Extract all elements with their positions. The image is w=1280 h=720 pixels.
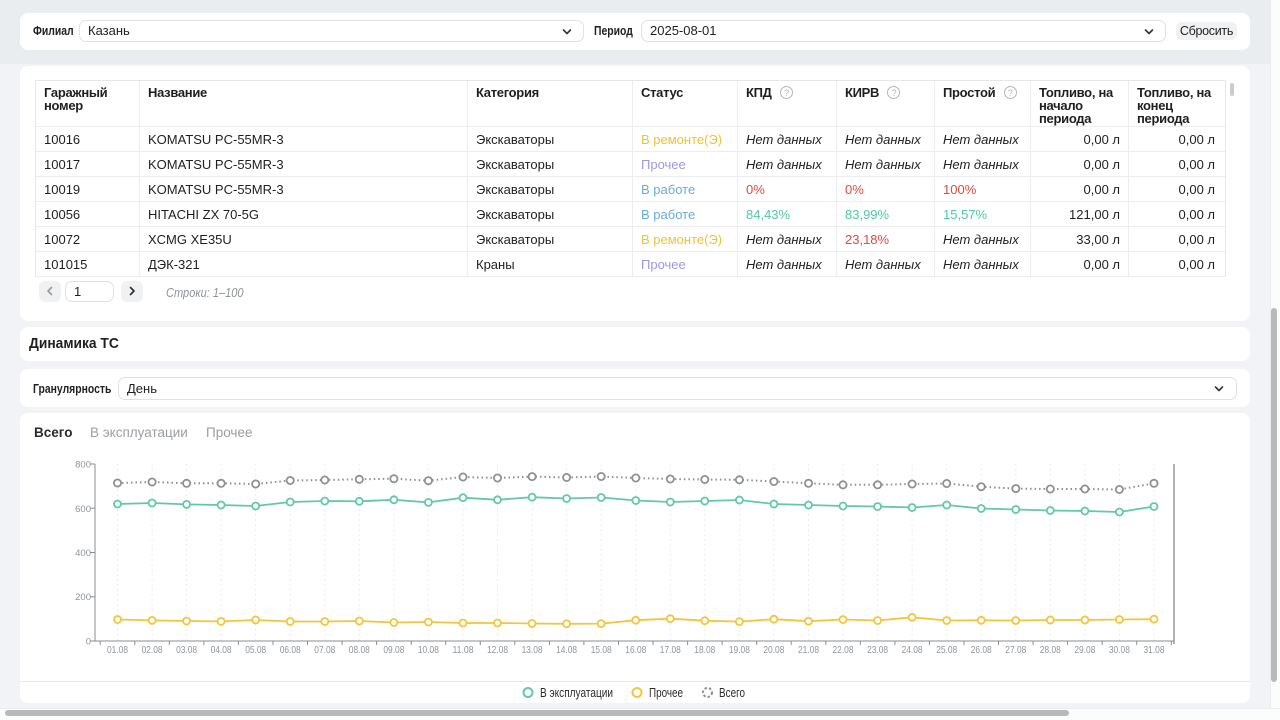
svg-text:Всего: Всего <box>719 685 745 700</box>
svg-text:В эксплуатации: В эксплуатации <box>540 685 613 700</box>
svg-text:Прочее: Прочее <box>649 685 683 700</box>
